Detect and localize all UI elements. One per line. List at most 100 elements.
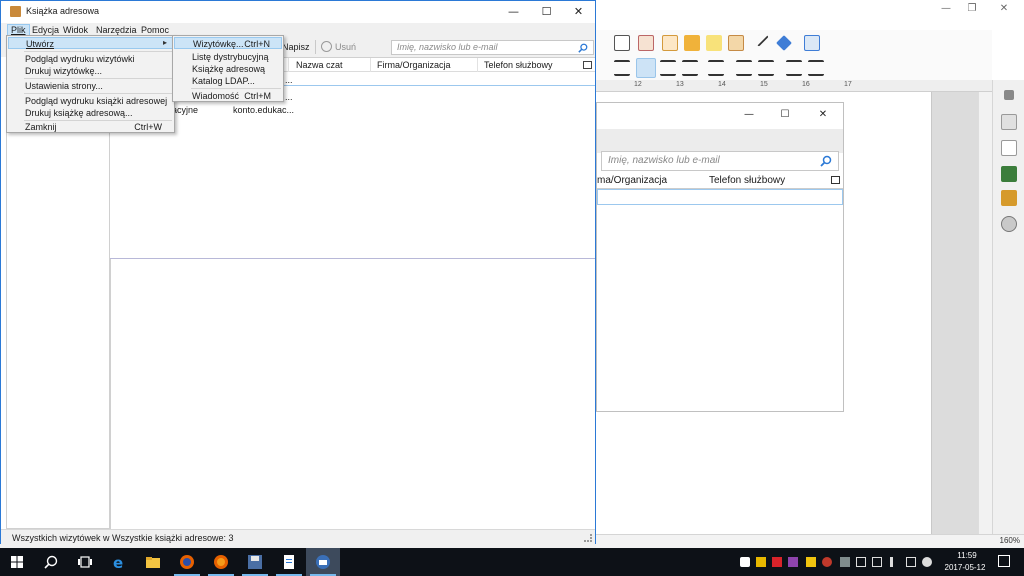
ghost-close-icon[interactable]: ✕ <box>813 109 833 123</box>
status-text: Wszystkich wizytówek w Wszystkie książki… <box>12 533 234 543</box>
window-title: Książka adresowa <box>26 6 100 16</box>
minimize-button[interactable]: — <box>497 1 530 23</box>
edge-browser-icon: e <box>113 554 123 570</box>
column-header-chat[interactable]: Nazwa czat <box>296 60 343 70</box>
submenu-item-label: Wizytówkę... <box>193 39 244 49</box>
save-app-taskbar-button[interactable] <box>238 548 272 576</box>
background-vertical-scrollbar[interactable] <box>978 92 992 534</box>
bg-align-center-icon[interactable] <box>636 58 656 78</box>
tray-network-icon[interactable] <box>856 557 866 567</box>
menu-item-print-preview-book[interactable]: Podgląd wydruku książki adresowej <box>8 95 173 107</box>
ghost-col-header[interactable]: ma/Organizacja <box>597 175 667 186</box>
search-input[interactable]: Imię, nazwisko lub e-mail <box>391 40 594 55</box>
writer-taskbar-button[interactable] <box>272 548 306 576</box>
bg-restore-icon[interactable]: ❐ <box>962 3 982 17</box>
start-button[interactable] <box>0 548 34 576</box>
menu-item-label: Drukuj wizytówkę... <box>25 66 103 76</box>
ghost-col-header[interactable]: Telefon służbowy <box>709 175 785 186</box>
bg-align-left-icon[interactable] <box>614 60 630 76</box>
bg-increase-indent-icon[interactable] <box>786 60 802 76</box>
sidebar-styles-icon[interactable] <box>1001 166 1017 182</box>
bg-justify-icon[interactable] <box>682 60 698 76</box>
ghost-minimize-icon[interactable]: — <box>739 109 759 123</box>
tray-app-icon-3[interactable] <box>806 557 816 567</box>
sidebar-gallery-icon[interactable] <box>1001 190 1017 206</box>
thunderbird-taskbar-button[interactable] <box>306 548 340 576</box>
ghost-maximize-icon[interactable]: ☐ <box>775 109 795 123</box>
bg-footnote-icon[interactable] <box>662 35 678 51</box>
submenu-item-card[interactable]: Wizytówkę... Ctrl+N <box>174 37 282 49</box>
submenu-item-address-book[interactable]: Książkę adresową <box>174 63 282 75</box>
submenu-item-message[interactable]: Wiadomość Ctrl+M <box>174 90 282 102</box>
column-header-organization[interactable]: Firma/Organizacja <box>377 60 451 70</box>
menu-item-close[interactable]: Zamknij Ctrl+W <box>8 121 173 133</box>
submenu-item-distribution-list[interactable]: Listę dystrybucyjną <box>174 51 282 63</box>
column-header-work-phone[interactable]: Telefon służbowy <box>484 60 553 70</box>
ghost-search-input[interactable]: Imię, nazwisko lub e-mail <box>601 151 839 171</box>
bg-close-icon[interactable]: ✕ <box>994 3 1014 17</box>
resize-grip-icon[interactable] <box>584 534 592 542</box>
bg-insert-frame-icon[interactable] <box>638 35 654 51</box>
clock-date[interactable]: 2017-05-12 <box>942 563 988 572</box>
bg-track-changes-icon[interactable] <box>728 35 744 51</box>
bg-draw-functions-icon[interactable] <box>804 35 820 51</box>
bg-decrease-indent-icon[interactable] <box>808 60 824 76</box>
bg-comment-icon[interactable] <box>706 35 722 51</box>
ruler-number: 12 <box>634 81 642 88</box>
tray-cloud-icon[interactable] <box>922 557 932 567</box>
menu-item-create[interactable]: Utwórz ▸ <box>8 37 173 49</box>
menu-item-page-setup[interactable]: Ustawienia strony... <box>8 80 173 92</box>
tray-keyboard-icon[interactable] <box>906 557 916 567</box>
bg-bookmark-icon[interactable] <box>684 35 700 51</box>
submenu-item-ldap-directory[interactable]: Katalog LDAP... <box>174 75 282 87</box>
tray-app-icon-2[interactable] <box>788 557 798 567</box>
sidebar-properties-icon[interactable] <box>1001 114 1017 130</box>
bg-minimize-icon[interactable]: — <box>936 3 956 17</box>
ghost-column-picker-icon[interactable] <box>831 176 840 184</box>
search-icon[interactable] <box>578 43 588 53</box>
task-view-button[interactable] <box>68 548 102 576</box>
file-explorer-taskbar-button[interactable] <box>136 548 170 576</box>
clock-time[interactable]: 11:59 <box>946 551 988 560</box>
menu-item-print-preview-card[interactable]: Podgląd wydruku wizytówki <box>8 53 173 65</box>
bg-shapes-icon[interactable] <box>776 35 792 51</box>
firefox-taskbar-button-2[interactable] <box>204 548 238 576</box>
menu-separator <box>24 51 172 52</box>
search-taskbar-button[interactable] <box>34 548 68 576</box>
tray-volume-icon[interactable] <box>890 557 900 567</box>
menu-plik-label: Plik <box>11 25 26 35</box>
write-button[interactable]: Napisz <box>282 42 310 52</box>
bg-line-icon[interactable] <box>753 31 769 47</box>
ghost-table-row[interactable] <box>597 189 843 205</box>
ghost-toolbar <box>597 129 843 153</box>
menu-item-print-book[interactable]: Drukuj książkę adresową... <box>8 107 173 119</box>
background-titlebar: — ❐ ✕ <box>596 0 1024 22</box>
delete-button[interactable]: Usuń <box>335 42 356 52</box>
submenu-item-label: Książkę adresową <box>192 64 266 74</box>
tray-shield-icon[interactable] <box>740 557 750 567</box>
bg-paragraph-spacing-icon[interactable] <box>736 60 752 76</box>
menu-item-print-card[interactable]: Drukuj wizytówkę... <box>8 65 173 77</box>
tray-app-icon-5[interactable] <box>840 557 850 567</box>
close-button[interactable]: ✕ <box>562 1 595 23</box>
column-picker-icon[interactable] <box>583 61 592 69</box>
tray-battery-icon[interactable] <box>872 557 882 567</box>
tray-antivirus-icon[interactable] <box>772 557 782 567</box>
bg-align-right-icon[interactable] <box>660 60 676 76</box>
zoom-level[interactable]: 160% <box>1000 536 1020 545</box>
bg-line-spacing-icon[interactable] <box>708 60 724 76</box>
edge-taskbar-button[interactable]: e <box>102 548 136 576</box>
sidebar-navigator-icon[interactable] <box>1001 216 1017 232</box>
tray-app-icon-4[interactable] <box>822 557 832 567</box>
action-center-icon[interactable] <box>998 555 1010 567</box>
window-titlebar[interactable]: Książka adresowa — ☐ ✕ <box>1 1 595 23</box>
sidebar-menu-icon[interactable] <box>1004 90 1014 100</box>
tray-app-icon[interactable] <box>756 557 766 567</box>
bg-special-char-icon[interactable] <box>614 35 630 51</box>
file-menu-dropdown: Utwórz ▸ Podgląd wydruku wizytówki Druku… <box>6 35 175 133</box>
bg-decrease-spacing-icon[interactable] <box>758 60 774 76</box>
sidebar-page-icon[interactable] <box>1001 140 1017 156</box>
menu-separator <box>24 78 172 79</box>
maximize-button[interactable]: ☐ <box>530 1 563 23</box>
firefox-taskbar-button[interactable] <box>170 548 204 576</box>
